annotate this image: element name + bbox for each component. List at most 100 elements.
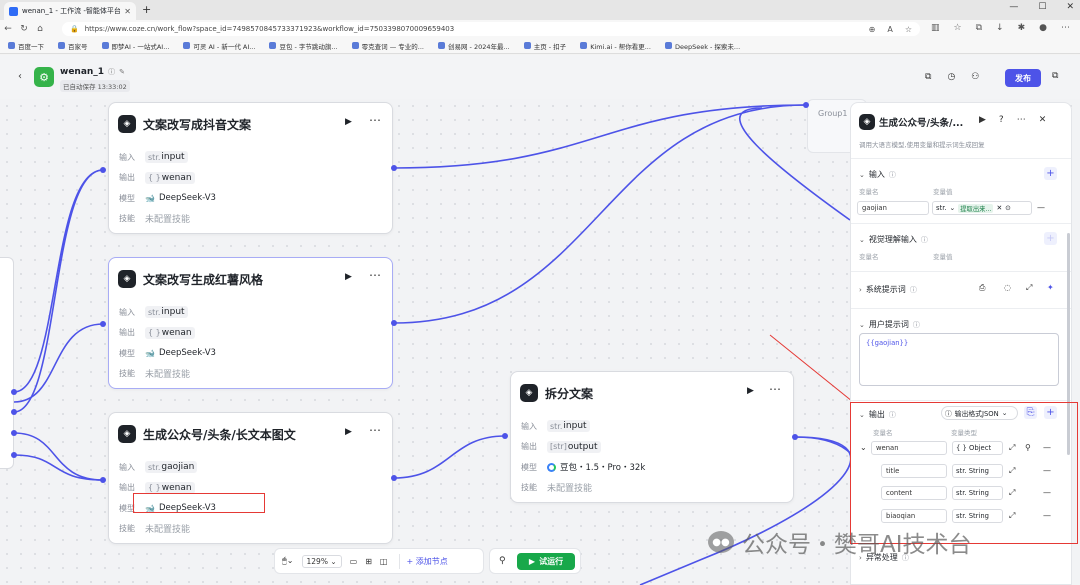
url-field[interactable]: 🔒 https://www.coze.cn/work_flow?space_id…	[62, 22, 920, 36]
more-icon[interactable]: ⧉	[1052, 71, 1058, 81]
collections-icon[interactable]: ⧉	[976, 23, 982, 33]
extensions-icon[interactable]: ✱	[1018, 23, 1026, 33]
ai-optimize-icon[interactable]: ✦	[1047, 283, 1054, 292]
key-icon[interactable]: ⚲	[499, 556, 506, 566]
settings-icon[interactable]: ⊙	[1005, 204, 1011, 212]
run-node-icon[interactable]: ▶	[345, 427, 352, 437]
node-more-icon[interactable]: ⋯	[769, 382, 782, 396]
downloads-icon[interactable]: ↓	[996, 23, 1004, 33]
node-more-icon[interactable]: ⋯	[369, 113, 382, 127]
output-port[interactable]	[391, 320, 397, 326]
llm-node-douyin[interactable]: ◈ 文案改写成抖音文案 ▶ ⋯ 输入 str. input 输出 { } wenan 模型 🐋 Deep…	[108, 102, 393, 234]
favorite-star-icon[interactable]: ☆	[905, 25, 912, 34]
mouse-mode-icon[interactable]: 🖱⌄	[282, 556, 294, 566]
output-port[interactable]	[391, 165, 397, 171]
input-var-value-select[interactable]: str. ⌄ 提取出来... ✕ ⊙	[932, 201, 1032, 215]
split-screen-icon[interactable]: ▥	[931, 23, 940, 33]
input-var-name-field[interactable]: gaojian	[857, 201, 929, 215]
user-prompt-editor[interactable]: {{gaojian}}	[859, 333, 1059, 386]
remove-input-icon[interactable]: —	[1037, 203, 1045, 212]
output-port[interactable]	[391, 475, 397, 481]
close-panel-icon[interactable]: ✕	[1039, 115, 1047, 125]
close-tab-icon[interactable]: ✕	[124, 7, 131, 16]
node-more-icon[interactable]: ⋯	[369, 268, 382, 282]
input-port[interactable]	[502, 433, 508, 439]
run-node-icon[interactable]: ▶	[979, 115, 986, 125]
llm-node-xiaohongshu[interactable]: ◈ 文案改写生成红薯风格 ▶ ⋯ 输入 str. input 输出 { } wenan 模型 🐋 Dee…	[108, 257, 393, 389]
add-node-button[interactable]: + 添加节点	[399, 553, 453, 569]
edit-icon[interactable]: ✎	[119, 68, 125, 76]
profile-avatar[interactable]: ●	[1039, 23, 1047, 33]
bookmark-item[interactable]: 可灵 AI - 新一代 AI...	[183, 41, 255, 51]
copy-icon[interactable]: ⧉	[925, 72, 931, 82]
info-icon[interactable]: ⓘ	[108, 67, 115, 77]
test-run-button[interactable]: ▶ 试运行	[517, 553, 575, 570]
clear-icon[interactable]: ✕	[996, 204, 1002, 212]
collapse-icon[interactable]: ⌄	[859, 171, 865, 179]
prompt-library-icon[interactable]: ⎙	[979, 283, 985, 293]
input-port[interactable]	[100, 477, 106, 483]
browser-menu-icon[interactable]: ⋯	[1061, 23, 1070, 33]
bookmark-item[interactable]: 零克查词 — 专业的...	[351, 41, 424, 51]
favorites-icon[interactable]: ☆	[954, 23, 962, 33]
run-node-icon[interactable]: ▶	[345, 272, 352, 282]
maximize-icon[interactable]: ☐	[1038, 2, 1046, 12]
variable-tag: { } wenan	[145, 481, 195, 494]
output-port[interactable]	[11, 389, 17, 395]
variable-name: wenan	[161, 482, 192, 493]
layout-icon[interactable]: ⊞	[365, 557, 372, 566]
reference-chip: 提取出来...	[958, 203, 994, 213]
bookmark-item[interactable]: 豆包 - 字节跳动旗...	[269, 41, 338, 51]
run-node-icon[interactable]: ▶	[747, 386, 754, 396]
collapse-icon[interactable]: ⌄	[859, 321, 865, 329]
bookmark-item[interactable]: DeepSeek - 探索未...	[664, 41, 740, 51]
bookmark-item[interactable]: 百度一下	[8, 41, 44, 51]
input-port[interactable]	[100, 321, 106, 327]
type-badge: str.	[148, 307, 161, 317]
close-window-icon[interactable]: ✕	[1066, 2, 1074, 12]
comment-icon[interactable]: ▭	[350, 557, 358, 566]
bulb-icon[interactable]: ◌	[1004, 283, 1011, 292]
output-highlight-box	[850, 402, 1078, 544]
bookmark-favicon-icon	[101, 42, 109, 49]
refresh-icon[interactable]: ↻	[16, 24, 32, 34]
zoom-icon[interactable]: ⊕	[869, 25, 876, 34]
bookmark-item[interactable]: 创易网 - 2024年最...	[437, 41, 510, 51]
output-port[interactable]	[792, 434, 798, 440]
start-node-stub[interactable]	[0, 257, 14, 469]
bookmark-item[interactable]: 即梦AI - 一站式AI...	[101, 41, 169, 51]
output-port[interactable]	[11, 409, 17, 415]
expand-icon[interactable]: ›	[859, 286, 862, 294]
help-icon[interactable]: ?	[999, 115, 1004, 125]
col-var-value: 变量值	[933, 188, 953, 196]
output-port[interactable]	[11, 430, 17, 436]
expand-editor-icon[interactable]: ⤢	[1026, 283, 1032, 293]
new-tab-icon[interactable]: +	[142, 3, 151, 16]
bookmark-item[interactable]: Kimi.ai - 帮你看更...	[580, 41, 651, 51]
add-input-button[interactable]: +	[1044, 167, 1057, 180]
bookmark-item[interactable]: 主页 - 扣子	[523, 41, 566, 51]
llm-node-split[interactable]: ◈ 拆分文案 ▶ ⋯ 输入 str. input 输出 [str] output 模型 豆包・1.5・…	[510, 371, 794, 503]
back-arrow-icon[interactable]: ‹	[18, 71, 22, 82]
bookmark-favicon-icon	[351, 42, 359, 49]
publish-button[interactable]: 发布	[1005, 69, 1041, 87]
bookmark-item[interactable]: 百家号	[58, 41, 88, 51]
minimize-icon[interactable]: —	[1009, 2, 1018, 12]
read-aloud-icon[interactable]: A	[887, 25, 892, 34]
browser-tab[interactable]: wenan_1 - 工作流 -智能体平台 ✕	[4, 2, 136, 20]
input-port[interactable]	[803, 102, 809, 108]
add-vision-input-button[interactable]: +	[1044, 232, 1057, 245]
node-more-icon[interactable]: ⋯	[369, 423, 382, 437]
input-port[interactable]	[100, 167, 106, 173]
back-icon[interactable]: ←	[0, 24, 16, 34]
collapse-icon[interactable]: ⌄	[859, 236, 865, 244]
minimap-icon[interactable]: ◫	[380, 557, 388, 566]
run-node-icon[interactable]: ▶	[345, 117, 352, 127]
output-port[interactable]	[11, 452, 17, 458]
llm-node-gongzhonghao[interactable]: ◈ 生成公众号/头条/长文本图文 ▶ ⋯ 输入 str. gaojian 输出 { } wenan…	[108, 412, 393, 544]
home-icon[interactable]: ⌂	[32, 24, 48, 34]
collaborators-icon[interactable]: ⚇	[971, 72, 979, 82]
zoom-select[interactable]: 129% ⌄	[301, 554, 342, 568]
history-icon[interactable]: ◷	[947, 72, 955, 82]
more-icon[interactable]: ⋯	[1017, 115, 1026, 125]
